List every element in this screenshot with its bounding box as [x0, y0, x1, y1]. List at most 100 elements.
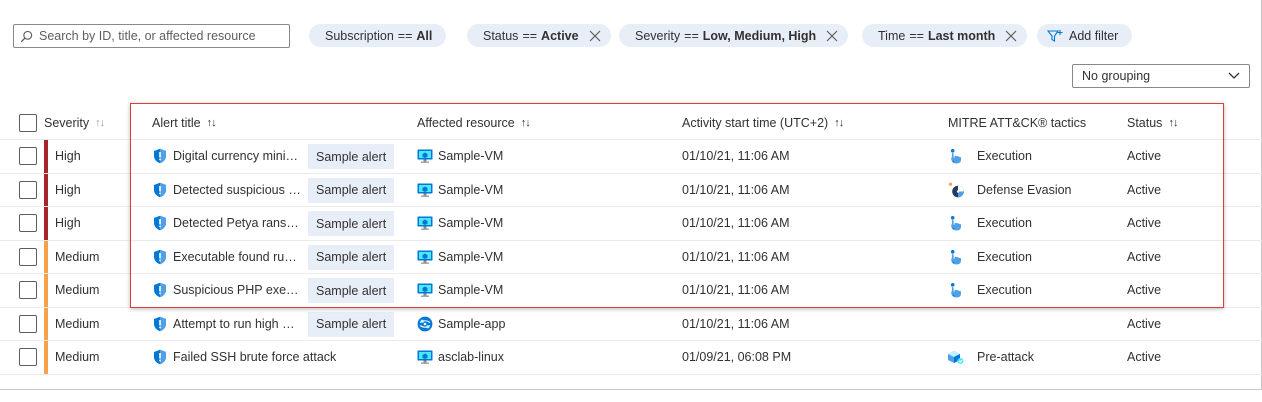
filter-key: Subscription: [325, 28, 394, 43]
table-row[interactable]: Medium Suspicious PHP execution detected S…: [0, 274, 1262, 308]
sample-alert-badge: Sample alert: [308, 177, 395, 203]
activity-time-cell: 01/10/21, 11:06 AM: [682, 249, 790, 264]
select-all-checkbox[interactable]: [19, 113, 37, 132]
alert-title-cell[interactable]: Executable found running from a suspicio…: [152, 241, 301, 274]
row-checkbox[interactable]: [19, 348, 37, 367]
alert-title-cell[interactable]: Suspicious PHP execution detected: [152, 274, 301, 307]
add-filter-label: Add filter: [1069, 28, 1119, 43]
affected-resource-cell[interactable]: Sample-VM: [417, 140, 503, 173]
table-row[interactable]: High Digital currency mining related beha…: [0, 140, 1262, 174]
activity-time-cell: 01/10/21, 11:06 AM: [682, 283, 790, 298]
filter-operator: ==: [397, 28, 413, 43]
severity-indicator: [44, 341, 48, 374]
filter-key: Time: [878, 28, 906, 43]
alert-title[interactable]: Detected Petya ransomware indicators: [173, 216, 301, 230]
column-header-status[interactable]: Status ↑↓: [1127, 106, 1178, 139]
filter-value: Low, Medium, High: [702, 28, 817, 43]
filter-operator: ==: [684, 28, 699, 43]
activity-time-cell: 01/10/21, 11:06 AM: [682, 316, 790, 331]
resource-name[interactable]: Sample-VM: [438, 283, 503, 297]
search-input[interactable]: [39, 29, 279, 43]
vm-icon: [417, 349, 433, 365]
filter-value: All: [416, 28, 433, 43]
affected-resource-cell[interactable]: Sample-VM: [417, 174, 503, 207]
alert-title-cell[interactable]: Failed SSH brute force attack: [152, 341, 336, 374]
row-checkbox[interactable]: [19, 214, 37, 233]
activity-time-cell: 01/09/21, 06:08 PM: [682, 350, 792, 365]
sort-icon: ↑↓: [520, 116, 531, 129]
severity-indicator: [44, 240, 48, 273]
vm-icon: [417, 282, 433, 298]
row-checkbox[interactable]: [19, 147, 37, 166]
alert-title[interactable]: Attempt to run high privilege command de…: [173, 317, 301, 331]
alert-title-cell[interactable]: Attempt to run high privilege command de…: [152, 308, 301, 341]
filter-time[interactable]: Time == Last month: [862, 24, 1028, 47]
sample-alert-badge: Sample alert: [308, 144, 395, 169]
sample-alert-badge: Sample alert: [308, 311, 395, 337]
status-cell: Active: [1127, 249, 1162, 264]
status-cell: Active: [1127, 149, 1162, 164]
mitre-tactic-cell: Execution: [948, 207, 1032, 240]
search-box[interactable]: [13, 24, 290, 48]
row-checkbox[interactable]: [19, 180, 37, 199]
resource-name[interactable]: Sample-VM: [438, 149, 503, 163]
table-header: Severity ↑↓ Alert title ↑↓ Affected resour…: [0, 106, 1262, 140]
row-checkbox[interactable]: [19, 314, 37, 333]
column-header-severity[interactable]: Severity ↑↓: [44, 106, 105, 139]
resource-name[interactable]: asclab-linux: [438, 350, 504, 364]
resource-name[interactable]: Sample-VM: [438, 216, 503, 230]
alert-title-cell[interactable]: Detected Petya ransomware indicators: [152, 207, 301, 240]
shield-icon: [152, 215, 168, 231]
column-header-resource[interactable]: Affected resource ↑↓: [417, 106, 531, 139]
affected-resource-cell[interactable]: Sample-app: [417, 308, 505, 341]
affected-resource-cell[interactable]: Sample-VM: [417, 207, 503, 240]
status-cell: Active: [1127, 216, 1162, 231]
close-icon[interactable]: [1005, 30, 1017, 42]
alert-title[interactable]: Suspicious PHP execution detected: [173, 283, 301, 297]
execution-icon: [948, 249, 964, 265]
table-row[interactable]: High Detected suspicious file creation Sam…: [0, 173, 1262, 207]
table-row[interactable]: Medium Failed SSH brute force attack ascla…: [0, 341, 1262, 375]
mitre-tactic-cell: Defense Evasion: [948, 174, 1072, 207]
alert-title[interactable]: Digital currency mining related behavior…: [173, 149, 301, 163]
vm-icon: [417, 215, 433, 231]
grouping-dropdown[interactable]: No grouping: [1072, 64, 1250, 88]
alert-title[interactable]: Executable found running from a suspicio…: [173, 250, 301, 264]
row-checkbox[interactable]: [19, 247, 37, 266]
filter-subscription[interactable]: Subscription == All: [309, 24, 447, 47]
affected-resource-cell[interactable]: asclab-linux: [417, 341, 504, 374]
alert-title-cell[interactable]: Detected suspicious file creation: [152, 174, 301, 207]
sort-icon: ↑↓: [834, 116, 844, 129]
filter-value: Active: [541, 28, 579, 43]
resource-name[interactable]: Sample-app: [438, 317, 505, 331]
shield-icon: [152, 182, 168, 198]
alert-title-cell[interactable]: Digital currency mining related behavior…: [152, 140, 301, 173]
table-row[interactable]: Medium Executable found running from a su…: [0, 240, 1262, 274]
column-header-title[interactable]: Alert title ↑↓: [152, 106, 217, 139]
filter-status[interactable]: Status == Active: [467, 24, 611, 47]
status-cell: Active: [1127, 182, 1162, 197]
execution-icon: [948, 148, 964, 164]
sort-icon: ↑↓: [1168, 116, 1178, 129]
sample-alert-badge: Sample alert: [308, 211, 395, 236]
affected-resource-cell[interactable]: Sample-VM: [417, 274, 503, 307]
row-checkbox[interactable]: [19, 281, 37, 300]
column-header-time[interactable]: Activity start time (UTC+2) ↑↓: [682, 106, 844, 139]
severity-cell: High: [55, 216, 81, 231]
pre-attack-icon: [948, 349, 964, 365]
alert-title[interactable]: Failed SSH brute force attack: [173, 350, 336, 364]
table-row[interactable]: Medium Attempt to run high privilege comm…: [0, 307, 1262, 341]
alert-title[interactable]: Detected suspicious file creation: [173, 183, 301, 197]
resource-name[interactable]: Sample-VM: [438, 183, 503, 197]
resource-name[interactable]: Sample-VM: [438, 250, 503, 264]
close-icon[interactable]: [589, 30, 601, 42]
close-icon[interactable]: [826, 30, 838, 42]
add-filter-icon: [1047, 29, 1063, 42]
severity-cell: Medium: [55, 283, 100, 298]
affected-resource-cell[interactable]: Sample-VM: [417, 241, 503, 274]
table-row[interactable]: High Detected Petya ransomware indicators…: [0, 207, 1262, 241]
security-alerts-panel: Subscription == All Status == Active Sev…: [0, 0, 1262, 390]
filter-severity[interactable]: Severity == Low, Medium, High: [619, 24, 849, 47]
add-filter-button[interactable]: Add filter: [1037, 24, 1133, 47]
alerts-table: Severity ↑↓ Alert title ↑↓ Affected resour…: [0, 106, 1262, 375]
